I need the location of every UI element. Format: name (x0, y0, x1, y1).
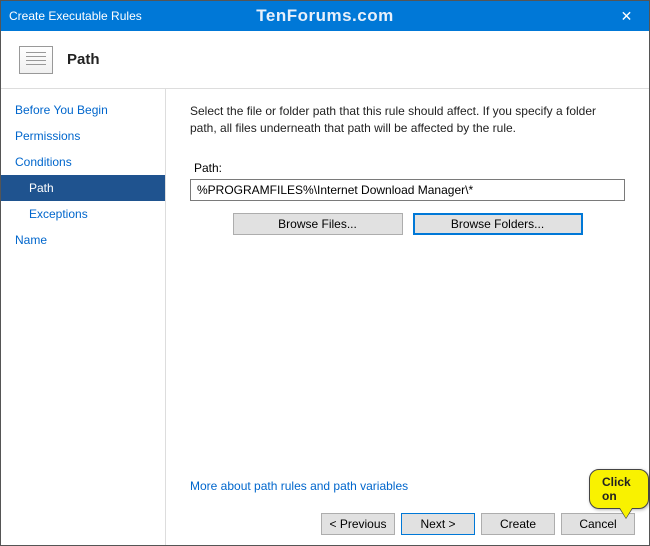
wizard-body: Before You Begin Permissions Conditions … (1, 89, 649, 545)
sidebar-item-permissions[interactable]: Permissions (1, 123, 165, 149)
sidebar-item-name[interactable]: Name (1, 227, 165, 253)
instructions-text: Select the file or folder path that this… (190, 103, 625, 137)
create-button[interactable]: Create (481, 513, 555, 535)
browse-row: Browse Files... Browse Folders... (190, 213, 625, 235)
browse-files-button[interactable]: Browse Files... (233, 213, 403, 235)
spacer (190, 235, 625, 479)
close-icon: ✕ (621, 8, 633, 25)
close-button[interactable]: ✕ (604, 1, 649, 31)
window-title: Create Executable Rules (9, 9, 142, 23)
path-label: Path: (190, 161, 625, 175)
page-title: Path (67, 51, 100, 68)
document-icon (19, 46, 53, 74)
watermark-text: TenForums.com (256, 6, 393, 26)
wizard-main: Select the file or folder path that this… (166, 89, 649, 545)
next-button[interactable]: Next > (401, 513, 475, 535)
sidebar-item-conditions[interactable]: Conditions (1, 149, 165, 175)
sidebar-item-before-you-begin[interactable]: Before You Begin (1, 97, 165, 123)
callout-annotation: Click on (589, 469, 649, 509)
footer-buttons: < Previous Next > Create Cancel (321, 513, 635, 535)
previous-button[interactable]: < Previous (321, 513, 395, 535)
path-input[interactable] (190, 179, 625, 201)
titlebar: Create Executable Rules TenForums.com ✕ (1, 1, 649, 31)
wizard-header: Path (1, 31, 649, 89)
sidebar-item-exceptions[interactable]: Exceptions (1, 201, 165, 227)
sidebar-item-path[interactable]: Path (1, 175, 165, 201)
browse-folders-button[interactable]: Browse Folders... (413, 213, 583, 235)
wizard-sidebar: Before You Begin Permissions Conditions … (1, 89, 166, 545)
more-about-link[interactable]: More about path rules and path variables (190, 479, 625, 493)
